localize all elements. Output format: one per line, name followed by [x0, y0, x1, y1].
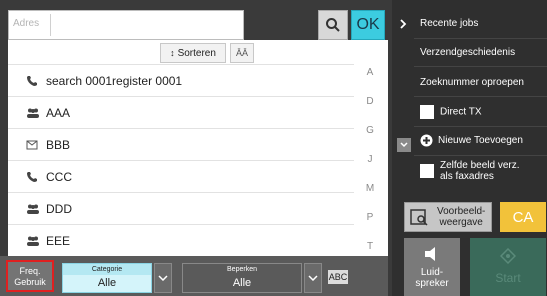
- index-letter-p[interactable]: P: [356, 203, 384, 232]
- preview-icon: [410, 209, 428, 226]
- contact-name: CCC: [46, 169, 72, 184]
- action-panel: Recente jobs Verzendgeschiedenis Zoeknum…: [392, 0, 547, 296]
- same-image-toggle[interactable]: Zelfde beeld verz. als faxadres: [420, 160, 520, 182]
- chevron-down-icon: [158, 275, 168, 281]
- freq-label-2: Gebruik: [14, 277, 46, 287]
- list-item[interactable]: DDD: [8, 192, 354, 224]
- index-letter-j[interactable]: J: [356, 145, 384, 174]
- phone-icon: [26, 171, 46, 183]
- plus-circle-icon: [420, 134, 433, 147]
- freq-label-1: Freq.: [19, 266, 41, 276]
- category-dropdown-button[interactable]: [154, 263, 172, 293]
- list-item[interactable]: BBB: [8, 128, 354, 160]
- chevron-right-icon[interactable]: [399, 19, 407, 29]
- new-add-label: Nieuwe Toevoegen: [438, 135, 523, 147]
- email-icon: [26, 140, 46, 150]
- same-image-checkbox[interactable]: [420, 164, 434, 178]
- speaker-label-2: spreker: [415, 278, 449, 289]
- divider: [414, 155, 547, 156]
- divider: [414, 126, 547, 127]
- group-icon: [26, 107, 46, 119]
- same-image-label-2: als faxadres: [440, 171, 494, 182]
- new-add-button[interactable]: Nieuwe Toevoegen: [420, 134, 523, 147]
- search-button[interactable]: [318, 10, 348, 40]
- limit-value: Alle: [232, 277, 252, 289]
- limit-select[interactable]: Beperken Alle: [182, 263, 302, 293]
- speaker-button[interactable]: Luid- spreker: [404, 238, 460, 296]
- search-icon: [326, 18, 340, 32]
- index-letter-a[interactable]: A: [356, 58, 384, 87]
- category-label: Categorie: [91, 266, 123, 273]
- ok-button[interactable]: OK: [351, 10, 385, 40]
- list-item[interactable]: EEE: [8, 224, 354, 256]
- group-icon: [26, 203, 46, 215]
- speaker-icon: [425, 247, 435, 261]
- same-image-label-1: Zelfde beeld verz.: [440, 160, 520, 171]
- sort-icon: ↕: [170, 48, 175, 58]
- address-separator: [50, 14, 51, 36]
- contact-name: AAA: [46, 105, 71, 120]
- category-select[interactable]: Categorie Alle: [62, 263, 152, 293]
- start-label: Start: [495, 271, 521, 285]
- divider: [414, 38, 547, 39]
- speaker-label-1: Luid-: [420, 267, 444, 278]
- list-item[interactable]: search 0001register 0001: [8, 64, 354, 96]
- limit-label: Beperken: [227, 266, 257, 273]
- contact-name: DDD: [46, 201, 72, 216]
- recent-jobs-button[interactable]: Recente jobs: [420, 18, 478, 29]
- address-book-panel: ↕ Sorteren ĀĀ search 0001register 0001 A…: [8, 40, 388, 281]
- preview-label-2: weergave: [439, 217, 483, 228]
- divider: [414, 96, 547, 97]
- collapse-button[interactable]: [397, 138, 411, 152]
- divider: [414, 66, 547, 67]
- ca-button[interactable]: CA: [500, 202, 546, 232]
- index-letter-d[interactable]: D: [356, 87, 384, 116]
- contact-name: EEE: [46, 233, 71, 248]
- address-input[interactable]: Adres: [8, 10, 244, 40]
- contact-list: search 0001register 0001 AAA BBB CCC DDD: [8, 64, 354, 256]
- category-value: Alle: [63, 275, 151, 292]
- address-label: Adres: [13, 18, 40, 29]
- direct-tx-label: Direct TX: [440, 106, 482, 118]
- letter-size-button[interactable]: ĀĀ: [230, 43, 254, 63]
- list-item[interactable]: AAA: [8, 96, 354, 128]
- limit-dropdown-button[interactable]: [304, 263, 322, 293]
- sort-label: Sorteren: [177, 47, 216, 59]
- direct-tx-toggle[interactable]: Direct TX: [420, 105, 482, 119]
- abc-tab[interactable]: ABC: [328, 270, 348, 284]
- start-button[interactable]: Start: [470, 238, 546, 296]
- frequent-use-button[interactable]: Freq. Gebruik: [6, 260, 54, 292]
- preview-button[interactable]: Voorbeeld-weergave: [404, 202, 492, 232]
- direct-tx-checkbox[interactable]: [420, 105, 434, 119]
- preview-label-1: Voorbeeld-: [437, 206, 486, 217]
- chevron-down-icon: [308, 275, 318, 281]
- phone-icon: [26, 75, 46, 87]
- list-item[interactable]: CCC: [8, 160, 354, 192]
- sort-button[interactable]: ↕ Sorteren: [160, 43, 226, 63]
- send-history-button[interactable]: Verzendgeschiedenis: [420, 47, 515, 58]
- chevron-down-icon: [400, 142, 408, 148]
- index-letter-m[interactable]: M: [356, 174, 384, 203]
- search-number-button[interactable]: Zoeknummer oproepen: [420, 77, 524, 88]
- contact-name: search 0001register 0001: [46, 73, 183, 88]
- index-letter-g[interactable]: G: [356, 116, 384, 145]
- contact-name: BBB: [46, 137, 71, 152]
- group-icon: [26, 235, 46, 247]
- start-icon: [499, 247, 517, 265]
